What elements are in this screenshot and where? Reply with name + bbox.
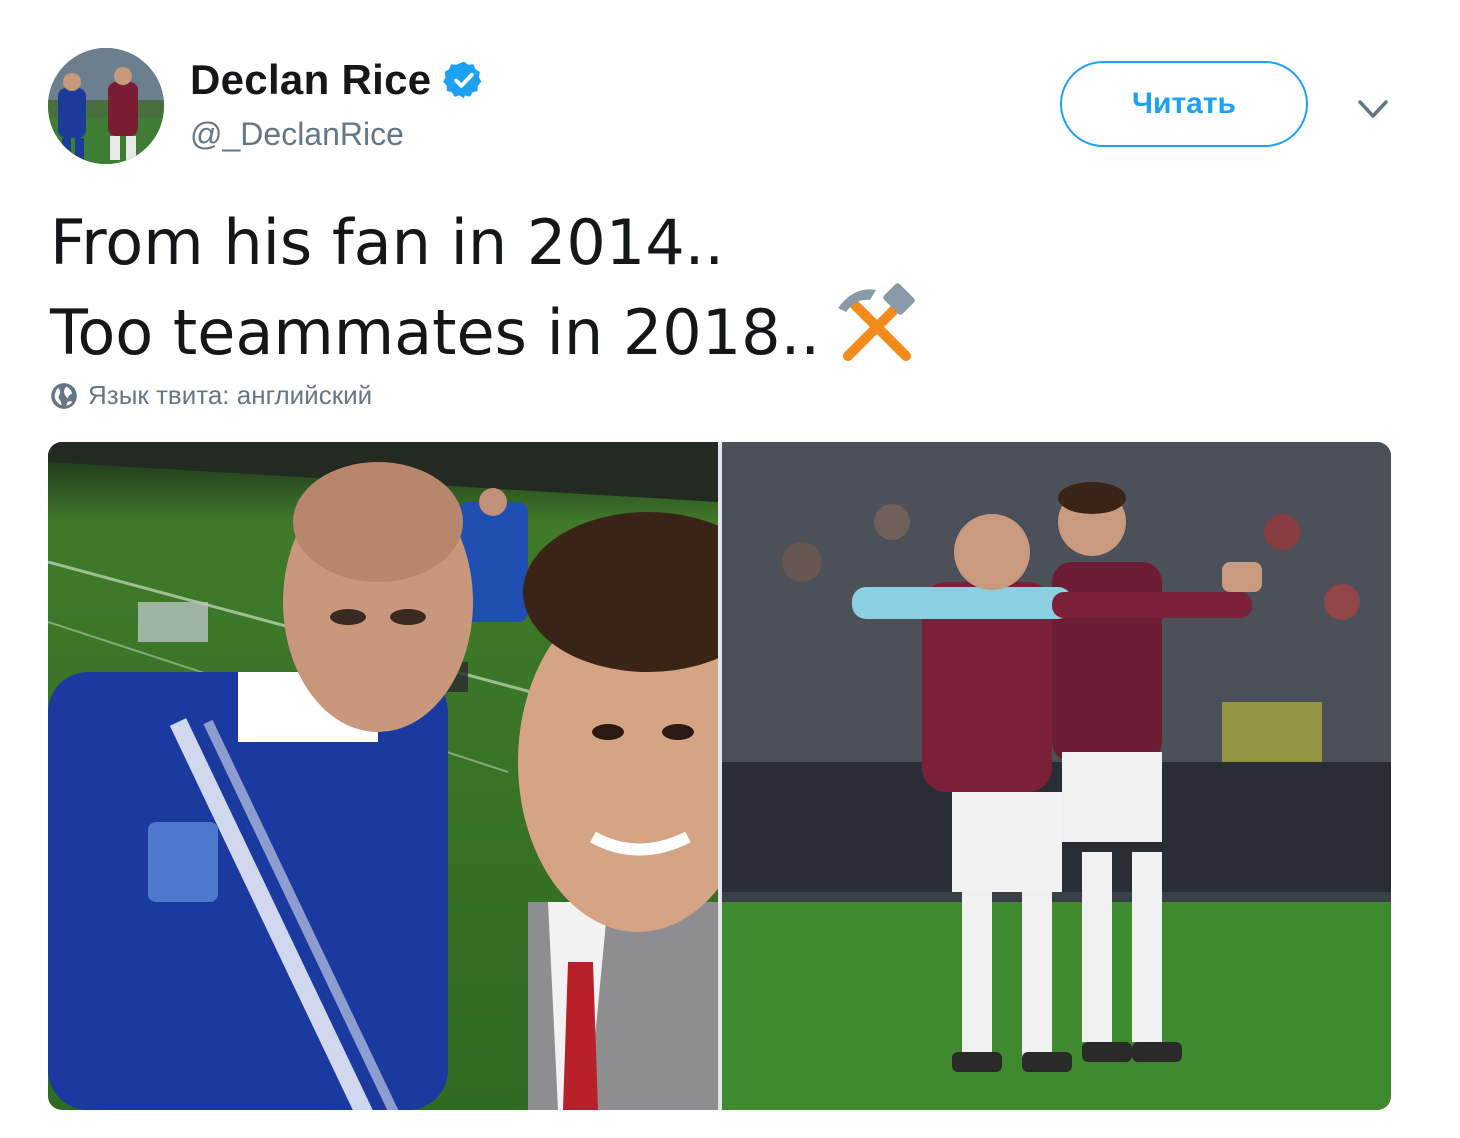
tweet-language-label: Язык твита: английский <box>88 380 373 410</box>
chevron-down-icon[interactable] <box>1352 92 1394 128</box>
tweet-text-line-2: Too teammates in 2018.. <box>50 282 920 372</box>
verified-badge-icon <box>443 59 485 101</box>
tweet-text-line-1: From his fan in 2014.. <box>50 206 725 279</box>
user-handle[interactable]: @_DeclanRice <box>190 116 404 153</box>
display-name[interactable]: Declan Rice <box>190 56 431 104</box>
teammates-2018-photo[interactable] <box>722 442 1391 1110</box>
media-grid <box>48 442 1391 1110</box>
tweet-language-link[interactable]: Язык твита: английский <box>50 380 372 411</box>
avatar[interactable] <box>48 48 164 164</box>
hammer-and-pick-icon <box>834 282 920 368</box>
name-row[interactable]: Declan Rice <box>190 56 485 104</box>
tweet-text-line-2-text: Too teammates in 2018.. <box>50 296 821 369</box>
tweet: Declan Rice @_DeclanRice Читать From his… <box>0 0 1460 1138</box>
globe-icon <box>50 382 78 410</box>
follow-button[interactable]: Читать <box>1060 61 1308 147</box>
selfie-2014-photo[interactable] <box>48 442 718 1110</box>
tweet-text: From his fan in 2014.. Too teammates in … <box>50 204 920 372</box>
